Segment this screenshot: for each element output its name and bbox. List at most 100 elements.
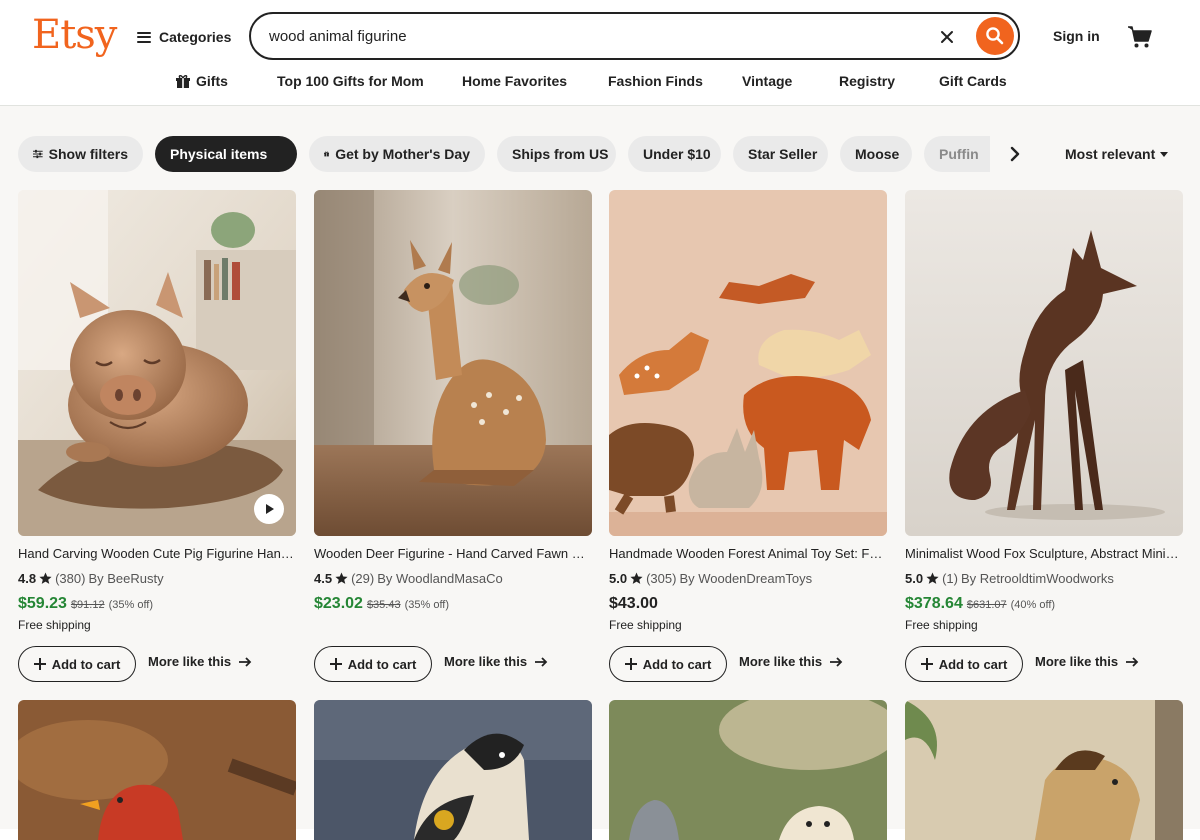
- free-shipping-label: Free shipping: [18, 618, 91, 632]
- listing-image-fox-sculpture[interactable]: [905, 190, 1183, 536]
- chip-physical-items[interactable]: Physical items: [155, 136, 297, 172]
- chip-label: Ships from US: [512, 146, 609, 162]
- gift-icon: [176, 74, 190, 88]
- close-icon: [941, 31, 953, 43]
- free-shipping-label: Free shipping: [609, 618, 682, 632]
- search-button[interactable]: [976, 17, 1014, 55]
- review-count: (29): [351, 571, 375, 586]
- shop-name[interactable]: By WoodlandMasaCo: [377, 571, 503, 586]
- search-icon: [986, 27, 1004, 45]
- more-like-this-link[interactable]: More like this: [739, 654, 843, 669]
- chip-ships-from-us[interactable]: Ships from US: [497, 136, 616, 172]
- shop-name[interactable]: By BeeRusty: [88, 571, 163, 586]
- price: $43.00: [609, 595, 658, 612]
- chevron-right-icon[interactable]: [1007, 145, 1023, 163]
- star-icon: [630, 572, 643, 584]
- original-price: $35.43: [366, 599, 401, 611]
- show-filters-button[interactable]: Show filters: [18, 136, 143, 172]
- chip-label: Get by Mother's Day: [335, 146, 470, 162]
- nav-item-fashion-finds[interactable]: Fashion Finds: [608, 73, 703, 89]
- arrow-right-icon: [239, 656, 252, 667]
- nav-item-gift-cards[interactable]: Gift Cards: [939, 73, 1007, 89]
- play-icon: [266, 504, 274, 514]
- more-like-this-link[interactable]: More like this: [1035, 654, 1139, 669]
- more-like-this-label: More like this: [444, 654, 528, 669]
- plus-icon: [33, 658, 46, 670]
- listing-rating: 4.5 (29) By WoodlandMasaCo: [314, 571, 592, 586]
- listing-image-deer[interactable]: [314, 190, 592, 536]
- chip-label: Moose: [855, 146, 900, 162]
- more-like-this-link[interactable]: More like this: [148, 654, 252, 669]
- original-price: $91.12: [70, 599, 105, 611]
- sort-dropdown[interactable]: Most relevant: [1065, 146, 1169, 162]
- sign-in-link[interactable]: Sign in: [1053, 28, 1100, 44]
- price-row: $43.00: [609, 595, 658, 613]
- chip-under-10[interactable]: Under $10: [628, 136, 721, 172]
- shop-name[interactable]: By RetrooldtimWoodworks: [961, 571, 1114, 586]
- listing-image-horse[interactable]: [905, 700, 1183, 840]
- show-filters-label: Show filters: [48, 146, 128, 162]
- review-count: (305): [646, 571, 677, 586]
- chip-label: Physical items: [170, 146, 268, 162]
- cart-button[interactable]: [1127, 24, 1153, 50]
- more-like-this-link[interactable]: More like this: [444, 654, 548, 669]
- caret-down-icon: [1160, 151, 1169, 157]
- discount-label: (40% off): [1010, 599, 1056, 611]
- etsy-logo[interactable]: Etsy: [32, 12, 117, 58]
- listing-rating: 5.0 (1) By RetrooldtimWoodworks: [905, 571, 1183, 586]
- chip-star-seller[interactable]: Star Seller: [733, 136, 828, 172]
- plus-icon: [624, 658, 637, 670]
- listing-image-pig[interactable]: [18, 190, 296, 536]
- listing-title[interactable]: Hand Carving Wooden Cute Pig Figurine Ha…: [18, 546, 296, 561]
- free-shipping-label: Free shipping: [905, 618, 978, 632]
- rating-score: 4.8: [18, 571, 37, 586]
- listing-title[interactable]: Minimalist Wood Fox Sculpture, Abstract …: [905, 546, 1183, 561]
- nav-item-top-100[interactable]: Top 100 Gifts for Mom: [277, 73, 424, 89]
- nav-label: Gifts: [196, 73, 228, 89]
- nav-item-registry[interactable]: Registry: [839, 73, 895, 89]
- nav-item-gifts[interactable]: Gifts: [176, 73, 228, 89]
- review-count: (1): [942, 571, 958, 586]
- listing-image-animals-outdoor[interactable]: [609, 700, 887, 840]
- categories-label: Categories: [159, 29, 232, 45]
- listing-image-bird-red[interactable]: [18, 700, 296, 840]
- add-to-cart-button[interactable]: Add to cart: [314, 646, 432, 682]
- nav-item-home-favorites[interactable]: Home Favorites: [462, 73, 567, 89]
- listing-title[interactable]: Wooden Deer Figurine - Hand Carved Fawn …: [314, 546, 592, 561]
- filter-sliders-icon: [33, 149, 43, 159]
- chip-puffin[interactable]: Puffin: [924, 136, 990, 172]
- categories-button[interactable]: Categories: [137, 24, 231, 50]
- rating-score: 5.0: [905, 571, 924, 586]
- sale-price: $378.64: [905, 595, 963, 612]
- arrow-right-icon: [1126, 656, 1139, 667]
- listing-image-forest-set[interactable]: [609, 190, 887, 536]
- clear-search-button[interactable]: [935, 25, 959, 49]
- filter-bar: Show filters Physical items Get by Mothe…: [0, 136, 1200, 172]
- star-icon: [335, 572, 348, 584]
- more-like-this-label: More like this: [739, 654, 823, 669]
- original-price: $631.07: [966, 599, 1007, 611]
- add-to-cart-label: Add to cart: [347, 656, 417, 672]
- star-icon: [39, 572, 52, 584]
- chip-mothers-day[interactable]: Get by Mother's Day: [309, 136, 485, 172]
- add-to-cart-label: Add to cart: [642, 656, 712, 672]
- listing-title[interactable]: Handmade Wooden Forest Animal Toy Set: F…: [609, 546, 887, 561]
- nav-item-vintage[interactable]: Vintage: [742, 73, 792, 89]
- price-row: $378.64 $631.07 (40% off): [905, 595, 1055, 613]
- add-to-cart-label: Add to cart: [51, 656, 121, 672]
- shop-name[interactable]: By WoodenDreamToys: [679, 571, 812, 586]
- menu-icon: [137, 31, 151, 43]
- listing-rating: 5.0 (305) By WoodenDreamToys: [609, 571, 887, 586]
- listing-rating: 4.8 (380) By BeeRusty: [18, 571, 296, 586]
- site-header: Etsy Categories Sign in Gifts Top 100 Gi…: [0, 0, 1200, 106]
- add-to-cart-button[interactable]: Add to cart: [18, 646, 136, 682]
- add-to-cart-button[interactable]: Add to cart: [609, 646, 727, 682]
- search-input[interactable]: [269, 24, 919, 48]
- chip-moose[interactable]: Moose: [840, 136, 912, 172]
- add-to-cart-button[interactable]: Add to cart: [905, 646, 1023, 682]
- category-nav: Gifts Top 100 Gifts for Mom Home Favorit…: [0, 73, 1200, 93]
- add-to-cart-label: Add to cart: [938, 656, 1008, 672]
- review-count: (380): [55, 571, 86, 586]
- play-video-button[interactable]: [254, 494, 284, 524]
- listing-image-bird-painted[interactable]: [314, 700, 592, 840]
